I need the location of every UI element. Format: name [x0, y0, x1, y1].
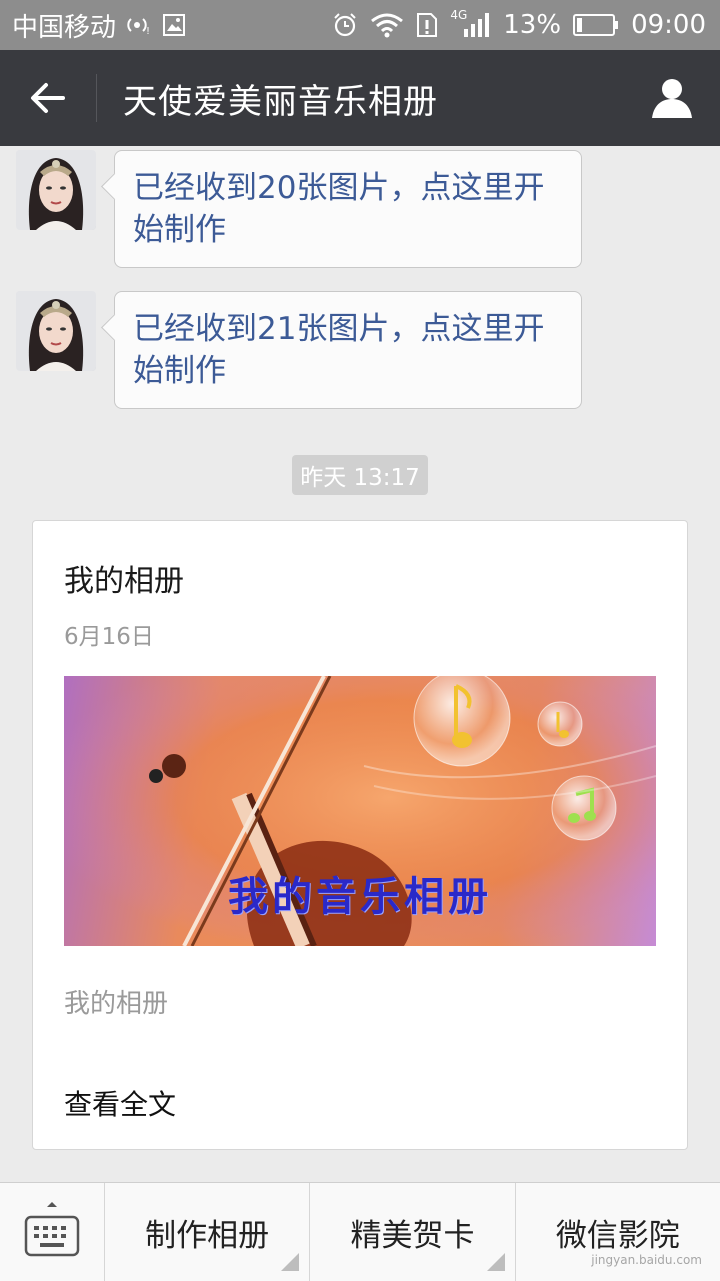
read-more-link[interactable]: 查看全文 [64, 1083, 176, 1123]
submenu-indicator-icon [486, 1253, 505, 1271]
message-text: 已经收到21张图片，点这里开始制作 [133, 311, 545, 389]
article-title: 我的相册 [64, 564, 184, 599]
battery-icon [573, 13, 619, 37]
alarm-icon [332, 12, 358, 38]
avatar[interactable] [16, 150, 96, 230]
timestamp: 昨天 13:17 [292, 455, 428, 495]
message-text: 已经收到20张图片，点这里开始制作 [133, 170, 545, 248]
keyboard-icon [24, 1202, 80, 1257]
message-bubble[interactable]: 已经收到21张图片，点这里开始制作 [114, 291, 582, 409]
back-arrow-icon [31, 83, 65, 113]
network-type-label: 4G [450, 8, 468, 22]
chat-message: 已经收到20张图片，点这里开始制作 [16, 150, 582, 268]
back-button[interactable] [0, 50, 96, 146]
cover-image[interactable]: 我的音乐相册 [64, 676, 656, 946]
battery-percent: 13% [503, 10, 562, 40]
svg-text:!: ! [146, 26, 150, 36]
keyboard-toggle-button[interactable] [0, 1183, 105, 1281]
signal-icon: 4G [450, 8, 491, 38]
hotspot-icon: ! [126, 14, 152, 36]
title-bar: 天使爱美丽音乐相册 [0, 50, 720, 146]
image-icon [162, 13, 186, 37]
title-divider [96, 74, 97, 122]
article-date: 6月16日 [64, 624, 154, 650]
article-card[interactable]: 我的相册 6月16日 我的音乐相册 我的相册 查看全文 [32, 520, 688, 1150]
article-description: 我的相册 [64, 989, 169, 1019]
profile-button[interactable] [624, 50, 720, 146]
avatar[interactable] [16, 291, 96, 371]
menu-make-album[interactable]: 制作相册 [105, 1183, 311, 1281]
watermark: jingyan.baidu.com [591, 1253, 702, 1267]
menu-label: 制作相册 [145, 1217, 270, 1254]
cover-caption: 我的音乐相册 [228, 874, 492, 920]
menu-wechat-cinema[interactable]: 微信影院 jingyan.baidu.com [516, 1183, 720, 1281]
carrier-label: 中国移动 [12, 12, 117, 43]
menu-label: 微信影院 [555, 1217, 680, 1254]
bottom-menu-bar: 制作相册 精美贺卡 微信影院 jingyan.baidu.com [0, 1182, 720, 1281]
page-title: 天使爱美丽音乐相册 [123, 81, 438, 122]
message-bubble[interactable]: 已经收到20张图片，点这里开始制作 [114, 150, 582, 268]
clock: 09:00 [631, 10, 706, 40]
wifi-icon [370, 12, 404, 38]
status-bar: 中国移动 ! 4G 13% 09:00 [0, 0, 720, 50]
submenu-indicator-icon [281, 1253, 300, 1271]
menu-greeting-cards[interactable]: 精美贺卡 [310, 1183, 516, 1281]
sim-alert-icon [416, 12, 438, 38]
menu-label: 精美贺卡 [350, 1217, 475, 1254]
person-icon [652, 79, 692, 118]
chat-message: 已经收到21张图片，点这里开始制作 [16, 291, 582, 409]
